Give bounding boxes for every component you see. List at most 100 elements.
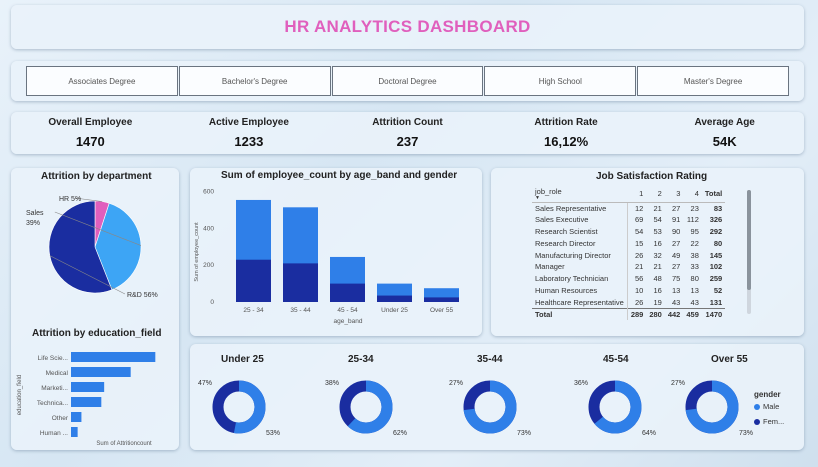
matrix-header-row: job_role ▼ 1 2 3 4 Total [532,186,726,203]
matrix-header-job-role[interactable]: job_role ▼ [532,186,628,203]
donut-title-under-25: Under 25 [221,354,264,365]
matrix-row[interactable]: Sales Executive 69 54 91 112 326 [532,213,725,226]
matrix-body: Sales Representative 12 21 27 23 83 Sales Exec… [532,202,725,309]
age-band-bar-segment[interactable] [236,259,271,302]
matrix-job-role: Manager [535,262,565,272]
matrix-cell: 23 [690,203,699,213]
education-bar[interactable] [71,367,131,377]
matrix-header-total[interactable]: Total [701,186,726,203]
education-category-label: Technica... [37,400,68,407]
kpi-value: 16,12% [544,134,589,149]
slicer-doctoral-degree[interactable]: Doctoral Degree [331,66,484,96]
kpi-value: 1233 [234,134,264,149]
job-satisfaction-matrix[interactable]: job_role ▼ 1 2 3 4 Total Sales Representa… [532,186,726,320]
slicer-masters-degree[interactable]: Master's Degree [637,66,789,96]
legend-item-female[interactable]: Fem... [754,417,784,426]
pie-data-label: R&D 56% [127,292,158,299]
age-band-y-tick: 600 [203,189,214,196]
gender-donut-charts[interactable]: 47% 53% 38% 62% 27% 73% 36% 64% 27% 73% [190,366,804,450]
matrix-header-4[interactable]: 4 [683,186,702,203]
matrix-total-cell: 459 [683,307,702,320]
kpi-bar: Overall Employee 1470 Active Employee 12… [11,112,804,154]
matrix-job-role: Sales Representative [535,203,607,213]
matrix-cell: 48 [653,274,662,284]
age-band-x-tick: Under 25 [381,307,408,314]
age-band-bar-segment[interactable] [330,283,365,302]
donut-data-label-female: 27% [449,380,463,387]
matrix-row[interactable]: Healthcare Representative 26 19 43 43 131 [532,296,725,309]
age-band-y-tick: 200 [203,262,214,269]
education-bar[interactable] [71,397,102,407]
donut-data-label-female: 36% [574,380,588,387]
matrix-row[interactable]: Human Resources 10 16 13 13 52 [532,284,725,297]
matrix-row-total: 259 [709,274,723,284]
age-band-bar-segment[interactable] [283,263,318,302]
age-band-stacked-chart[interactable]: 0 200 400 600 25 - 34 35 - 44 45 - 54 Under 25 O… [190,182,482,332]
education-bar[interactable] [71,382,105,392]
matrix-header-2[interactable]: 2 [646,186,665,203]
legend-label: Male [763,402,780,411]
age-band-bar-segment[interactable] [424,297,459,302]
matrix-cell: 33 [690,262,699,272]
scrollbar-thumb[interactable] [747,190,751,290]
matrix-header-3[interactable]: 3 [664,186,684,203]
kpi-active-employee: Active Employee 1233 [170,112,329,154]
sort-caret-icon: ▼ [535,195,540,202]
matrix-cell: 56 [626,272,647,285]
pie-data-label-line[interactable]: 39% [26,220,40,227]
job-satisfaction-title: Job Satisfaction Rating [596,171,708,182]
kpi-overall-employee: Overall Employee 1470 [11,112,170,154]
kpi-label: Active Employee [208,117,289,128]
matrix-total-row: Total 289 280 442 459 1470 [532,307,726,320]
matrix-cell: 15 [626,237,647,250]
matrix-cell: 53 [653,226,662,236]
education-bar-chart[interactable]: Life Scie... Medical Marketi... Technica...… [11,342,179,450]
matrix-total-label: Total [532,307,628,320]
matrix-job-role: Sales Executive [535,215,589,225]
matrix-cell: 75 [672,274,681,284]
matrix-row[interactable]: Manager 21 21 27 33 102 [532,260,725,273]
matrix-row-total: 292 [709,226,723,236]
matrix-cell: 21 [653,203,662,213]
matrix-cell: 54 [653,215,662,225]
matrix-row[interactable]: Research Scientist 54 53 90 95 292 [532,225,725,238]
matrix-total-cell: 280 [646,307,665,320]
kpi-value: 1470 [75,134,105,149]
kpi-label: Overall Employee [48,117,133,128]
matrix-row-total: 131 [709,297,723,307]
slicer-bachelors-degree[interactable]: Bachelor's Degree [178,66,331,96]
matrix-cell: 26 [626,296,647,309]
matrix-row[interactable]: Sales Representative 12 21 27 23 83 [532,202,725,214]
matrix-job-role: Research Director [535,238,596,248]
pie-data-label-line[interactable]: Sales [26,210,44,217]
education-bar[interactable] [71,352,156,362]
donut-data-label-male: 73% [739,430,753,437]
matrix-header-1[interactable]: 1 [627,186,647,203]
matrix-row[interactable]: Laboratory Technician 56 48 75 80 259 [532,272,725,285]
donut-data-label-male: 64% [642,430,656,437]
donut-data-label-female: 47% [198,380,212,387]
education-chart-title: Attrition by education_field [32,328,162,339]
legend-item-male[interactable]: Male [754,402,779,411]
education-bar[interactable] [71,412,82,422]
slicer-high-school[interactable]: High School [484,66,637,96]
matrix-row-total: 52 [713,285,723,295]
slicer-associates-degree[interactable]: Associates Degree [26,66,178,96]
matrix-cell: 69 [626,213,647,226]
education-y-axis-label: education_field [17,375,23,415]
donut-data-label-female: 38% [325,380,339,387]
matrix-cell: 43 [690,297,699,307]
matrix-cell: 22 [690,238,699,248]
education-x-axis-label: Sum of Attritioncount [96,441,152,447]
matrix-row-total: 326 [709,215,723,225]
kpi-average-age: Average Age 54K [645,112,804,154]
education-bar[interactable] [71,427,78,437]
matrix-row[interactable]: Research Director 15 16 27 22 80 [532,237,725,250]
matrix-job-role: Healthcare Representative [535,297,624,307]
department-pie-chart[interactable]: HR 5% Sales 39% R&D 56% [11,185,179,310]
age-band-bar-segment[interactable] [377,295,412,302]
age-band-chart-title: Sum of employee_count by age_band and ge… [221,170,458,181]
matrix-row[interactable]: Manufacturing Director 26 32 49 38 145 [532,249,725,261]
matrix-scrollbar[interactable] [747,190,751,314]
matrix-job-role: Manufacturing Director [535,250,611,260]
